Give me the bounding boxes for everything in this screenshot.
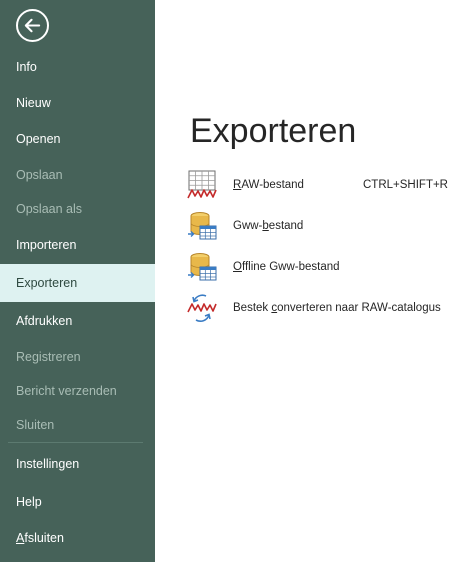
sidebar-item-exporteren[interactable]: Exporteren (0, 264, 155, 302)
database-table-icon (188, 212, 217, 240)
label-rest: onverteren naar RAW-catalogus (277, 302, 441, 314)
label-prefix: Bestek (233, 302, 272, 314)
label-rest: AW-bestand (241, 179, 304, 191)
database-table-icon (188, 253, 217, 281)
export-raw-bestand-button[interactable]: RAW-bestand CTRL+SHIFT+R (186, 168, 459, 202)
arrow-left-icon (24, 18, 41, 33)
sidebar-item-instellingen[interactable]: Instellingen (0, 446, 155, 482)
export-offline-gww-bestand-button[interactable]: Offline Gww-bestand (186, 250, 459, 284)
raw-grid-icon (187, 170, 217, 199)
mnemonic-letter: O (233, 261, 242, 273)
raw-bestand-shortcut: CTRL+SHIFT+R (363, 179, 448, 191)
sidebar-item-opslaan[interactable]: Opslaan (0, 157, 155, 193)
backstage-sidebar: Info Nieuw Openen Opslaan Opslaan als Im… (0, 0, 155, 562)
sidebar-item-label-rest: fsluiten (24, 531, 64, 545)
bestek-converteren-label: Bestek converteren naar RAW-catalogus (233, 291, 441, 325)
sidebar-item-info[interactable]: Info (0, 49, 155, 85)
label-rest: estand (268, 220, 304, 232)
raw-bestand-label: RAW-bestand (233, 168, 304, 202)
label-prefix: Gww- (233, 220, 263, 232)
sidebar-item-help[interactable]: Help (0, 484, 155, 520)
sidebar-item-registreren[interactable]: Registreren (0, 339, 155, 375)
bestek-converteren-button[interactable]: Bestek converteren naar RAW-catalogus (186, 291, 459, 325)
sidebar-item-opslaan-als[interactable]: Opslaan als (0, 191, 155, 227)
back-button[interactable] (16, 9, 49, 42)
sidebar-item-nieuw[interactable]: Nieuw (0, 85, 155, 121)
raw-convert-icon (187, 294, 217, 322)
sidebar-item-sluiten[interactable]: Sluiten (0, 407, 155, 443)
sidebar-item-afdrukken[interactable]: Afdrukken (0, 303, 155, 339)
label-rest: ffline Gww-bestand (241, 261, 340, 273)
sidebar-item-openen[interactable]: Openen (0, 121, 155, 157)
sidebar-item-afsluiten[interactable]: Afsluiten (0, 520, 155, 556)
page-title: Exporteren (190, 112, 357, 150)
sidebar-divider (8, 442, 143, 443)
gww-bestand-label: Gww-bestand (233, 209, 303, 243)
backstage-view: Info Nieuw Openen Opslaan Opslaan als Im… (0, 0, 459, 562)
export-gww-bestand-button[interactable]: Gww-bestand (186, 209, 459, 243)
sidebar-item-importeren[interactable]: Importeren (0, 227, 155, 263)
offline-gww-bestand-label: Offline Gww-bestand (233, 250, 340, 284)
sidebar-item-bericht-verzenden[interactable]: Bericht verzenden (0, 373, 155, 409)
